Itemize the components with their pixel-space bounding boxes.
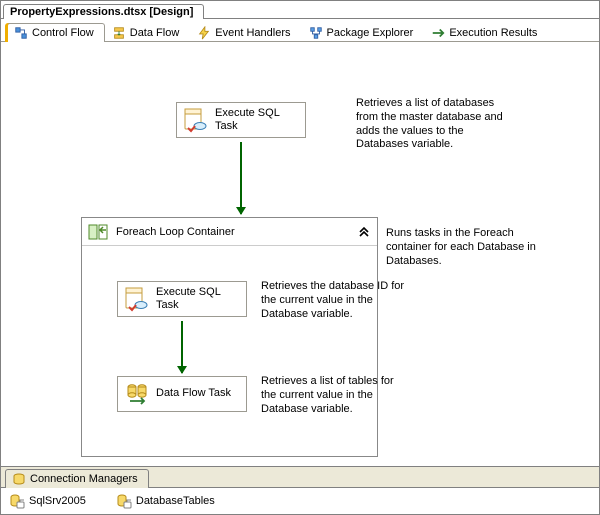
document-tab-row: PropertyExpressions.dtsx [Design] <box>1 1 599 19</box>
tab-label: Control Flow <box>32 27 94 39</box>
connection-managers-panel: Connection Managers SqlSrv2005 DatabaseT… <box>1 466 599 514</box>
task-execute-sql-inner[interactable]: Execute SQL Task <box>117 281 247 317</box>
data-flow-task-icon <box>124 381 150 407</box>
designer-tabstrip: Control Flow Data Flow Event Handlers Pa… <box>1 19 599 42</box>
collapse-chevron-icon[interactable] <box>357 223 371 237</box>
data-flow-icon <box>112 26 126 40</box>
control-flow-canvas[interactable]: Execute SQL Task Retrieves a list of dat… <box>1 42 599 466</box>
execute-sql-icon <box>124 286 150 312</box>
task-label: Data Flow Task <box>156 387 231 400</box>
document-tab-label: PropertyExpressions.dtsx [Design] <box>10 6 193 18</box>
connection-managers-list[interactable]: SqlSrv2005 DatabaseTables <box>1 488 599 514</box>
connection-managers-label: Connection Managers <box>30 473 138 485</box>
designer-window: PropertyExpressions.dtsx [Design] Contro… <box>0 0 600 515</box>
annotation: Retrieves a list of tables for the curre… <box>261 375 411 416</box>
precedence-arrow[interactable] <box>181 321 183 373</box>
tab-execution-results[interactable]: Execution Results <box>424 23 548 42</box>
foreach-header[interactable]: Foreach Loop Container <box>82 218 377 246</box>
tab-label: Execution Results <box>449 27 537 39</box>
foreach-body[interactable]: Execute SQL Task Data Flow Task <box>82 246 377 456</box>
connection-managers-icon <box>12 472 26 486</box>
task-execute-sql-top[interactable]: Execute SQL Task <box>176 102 306 138</box>
tab-data-flow[interactable]: Data Flow <box>105 23 191 42</box>
event-handlers-icon <box>197 26 211 40</box>
tab-control-flow[interactable]: Control Flow <box>7 23 105 42</box>
db-conn-icon <box>116 493 132 509</box>
task-label: Execute SQL Task <box>156 286 236 312</box>
task-label: Execute SQL Task <box>215 107 295 133</box>
annotation: Retrieves the database ID for the curren… <box>261 280 411 321</box>
foreach-icon <box>88 222 110 242</box>
annotation: Retrieves a list of databases from the m… <box>356 97 516 152</box>
connection-manager-label: DatabaseTables <box>136 495 215 507</box>
execute-sql-icon <box>183 107 209 133</box>
db-conn-icon <box>9 493 25 509</box>
tab-package-explorer[interactable]: Package Explorer <box>302 23 425 42</box>
foreach-loop-container[interactable]: Foreach Loop Container Execute SQL Task <box>81 217 378 457</box>
precedence-arrow[interactable] <box>240 142 242 214</box>
package-explorer-icon <box>309 26 323 40</box>
connection-managers-tab[interactable]: Connection Managers <box>5 469 149 488</box>
document-tab[interactable]: PropertyExpressions.dtsx [Design] <box>3 4 204 19</box>
foreach-title: Foreach Loop Container <box>116 226 235 238</box>
annotation: Runs tasks in the Foreach container for … <box>386 227 556 268</box>
tab-label: Package Explorer <box>327 27 414 39</box>
tab-label: Data Flow <box>130 27 180 39</box>
connection-managers-tab-row: Connection Managers <box>1 467 599 488</box>
tab-label: Event Handlers <box>215 27 290 39</box>
execution-results-icon <box>431 26 445 40</box>
connection-manager-label: SqlSrv2005 <box>29 495 86 507</box>
connection-manager-item[interactable]: DatabaseTables <box>116 493 215 509</box>
connection-manager-item[interactable]: SqlSrv2005 <box>9 493 86 509</box>
task-data-flow[interactable]: Data Flow Task <box>117 376 247 412</box>
tab-event-handlers[interactable]: Event Handlers <box>190 23 301 42</box>
control-flow-icon <box>14 26 28 40</box>
